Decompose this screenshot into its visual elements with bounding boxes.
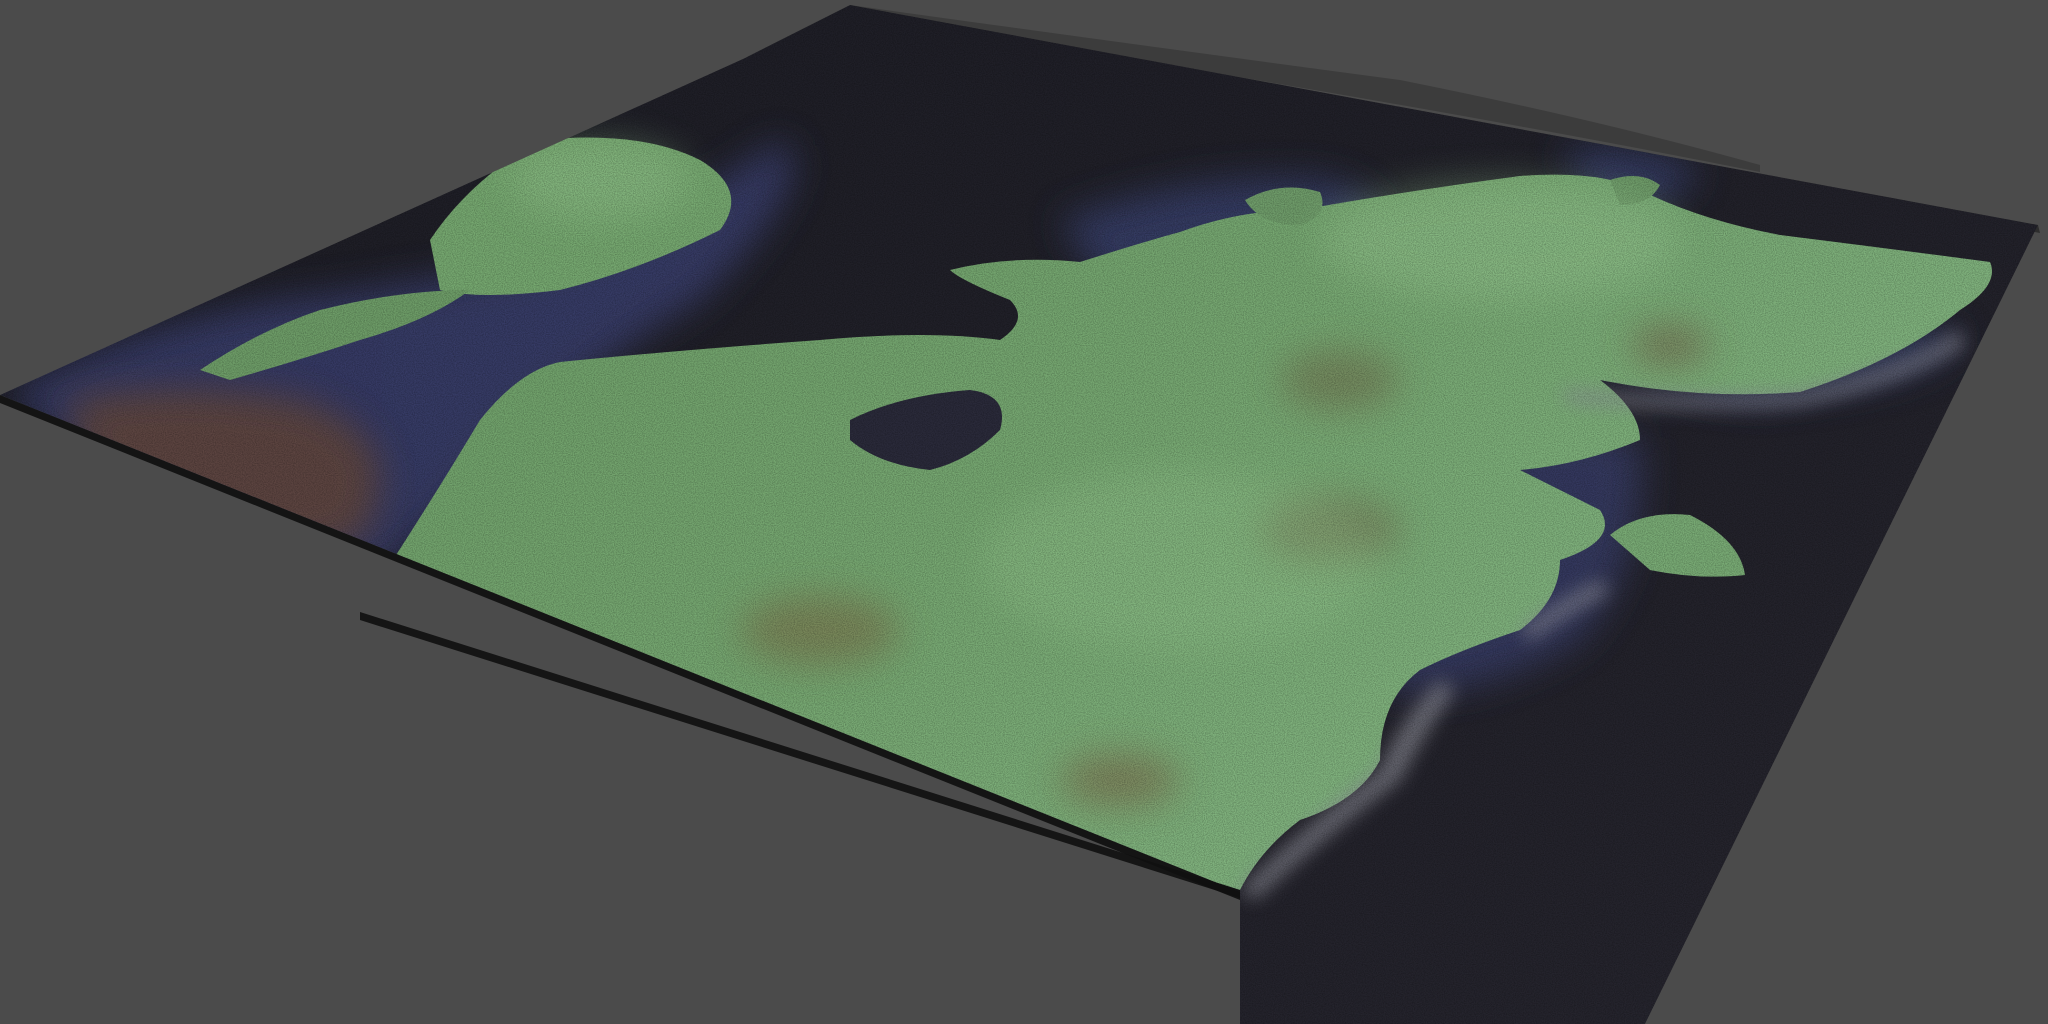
terrain-scene: [0, 5, 2040, 1024]
terrain-texture: [0, 5, 2038, 1024]
3d-viewport[interactable]: [0, 0, 2048, 1024]
